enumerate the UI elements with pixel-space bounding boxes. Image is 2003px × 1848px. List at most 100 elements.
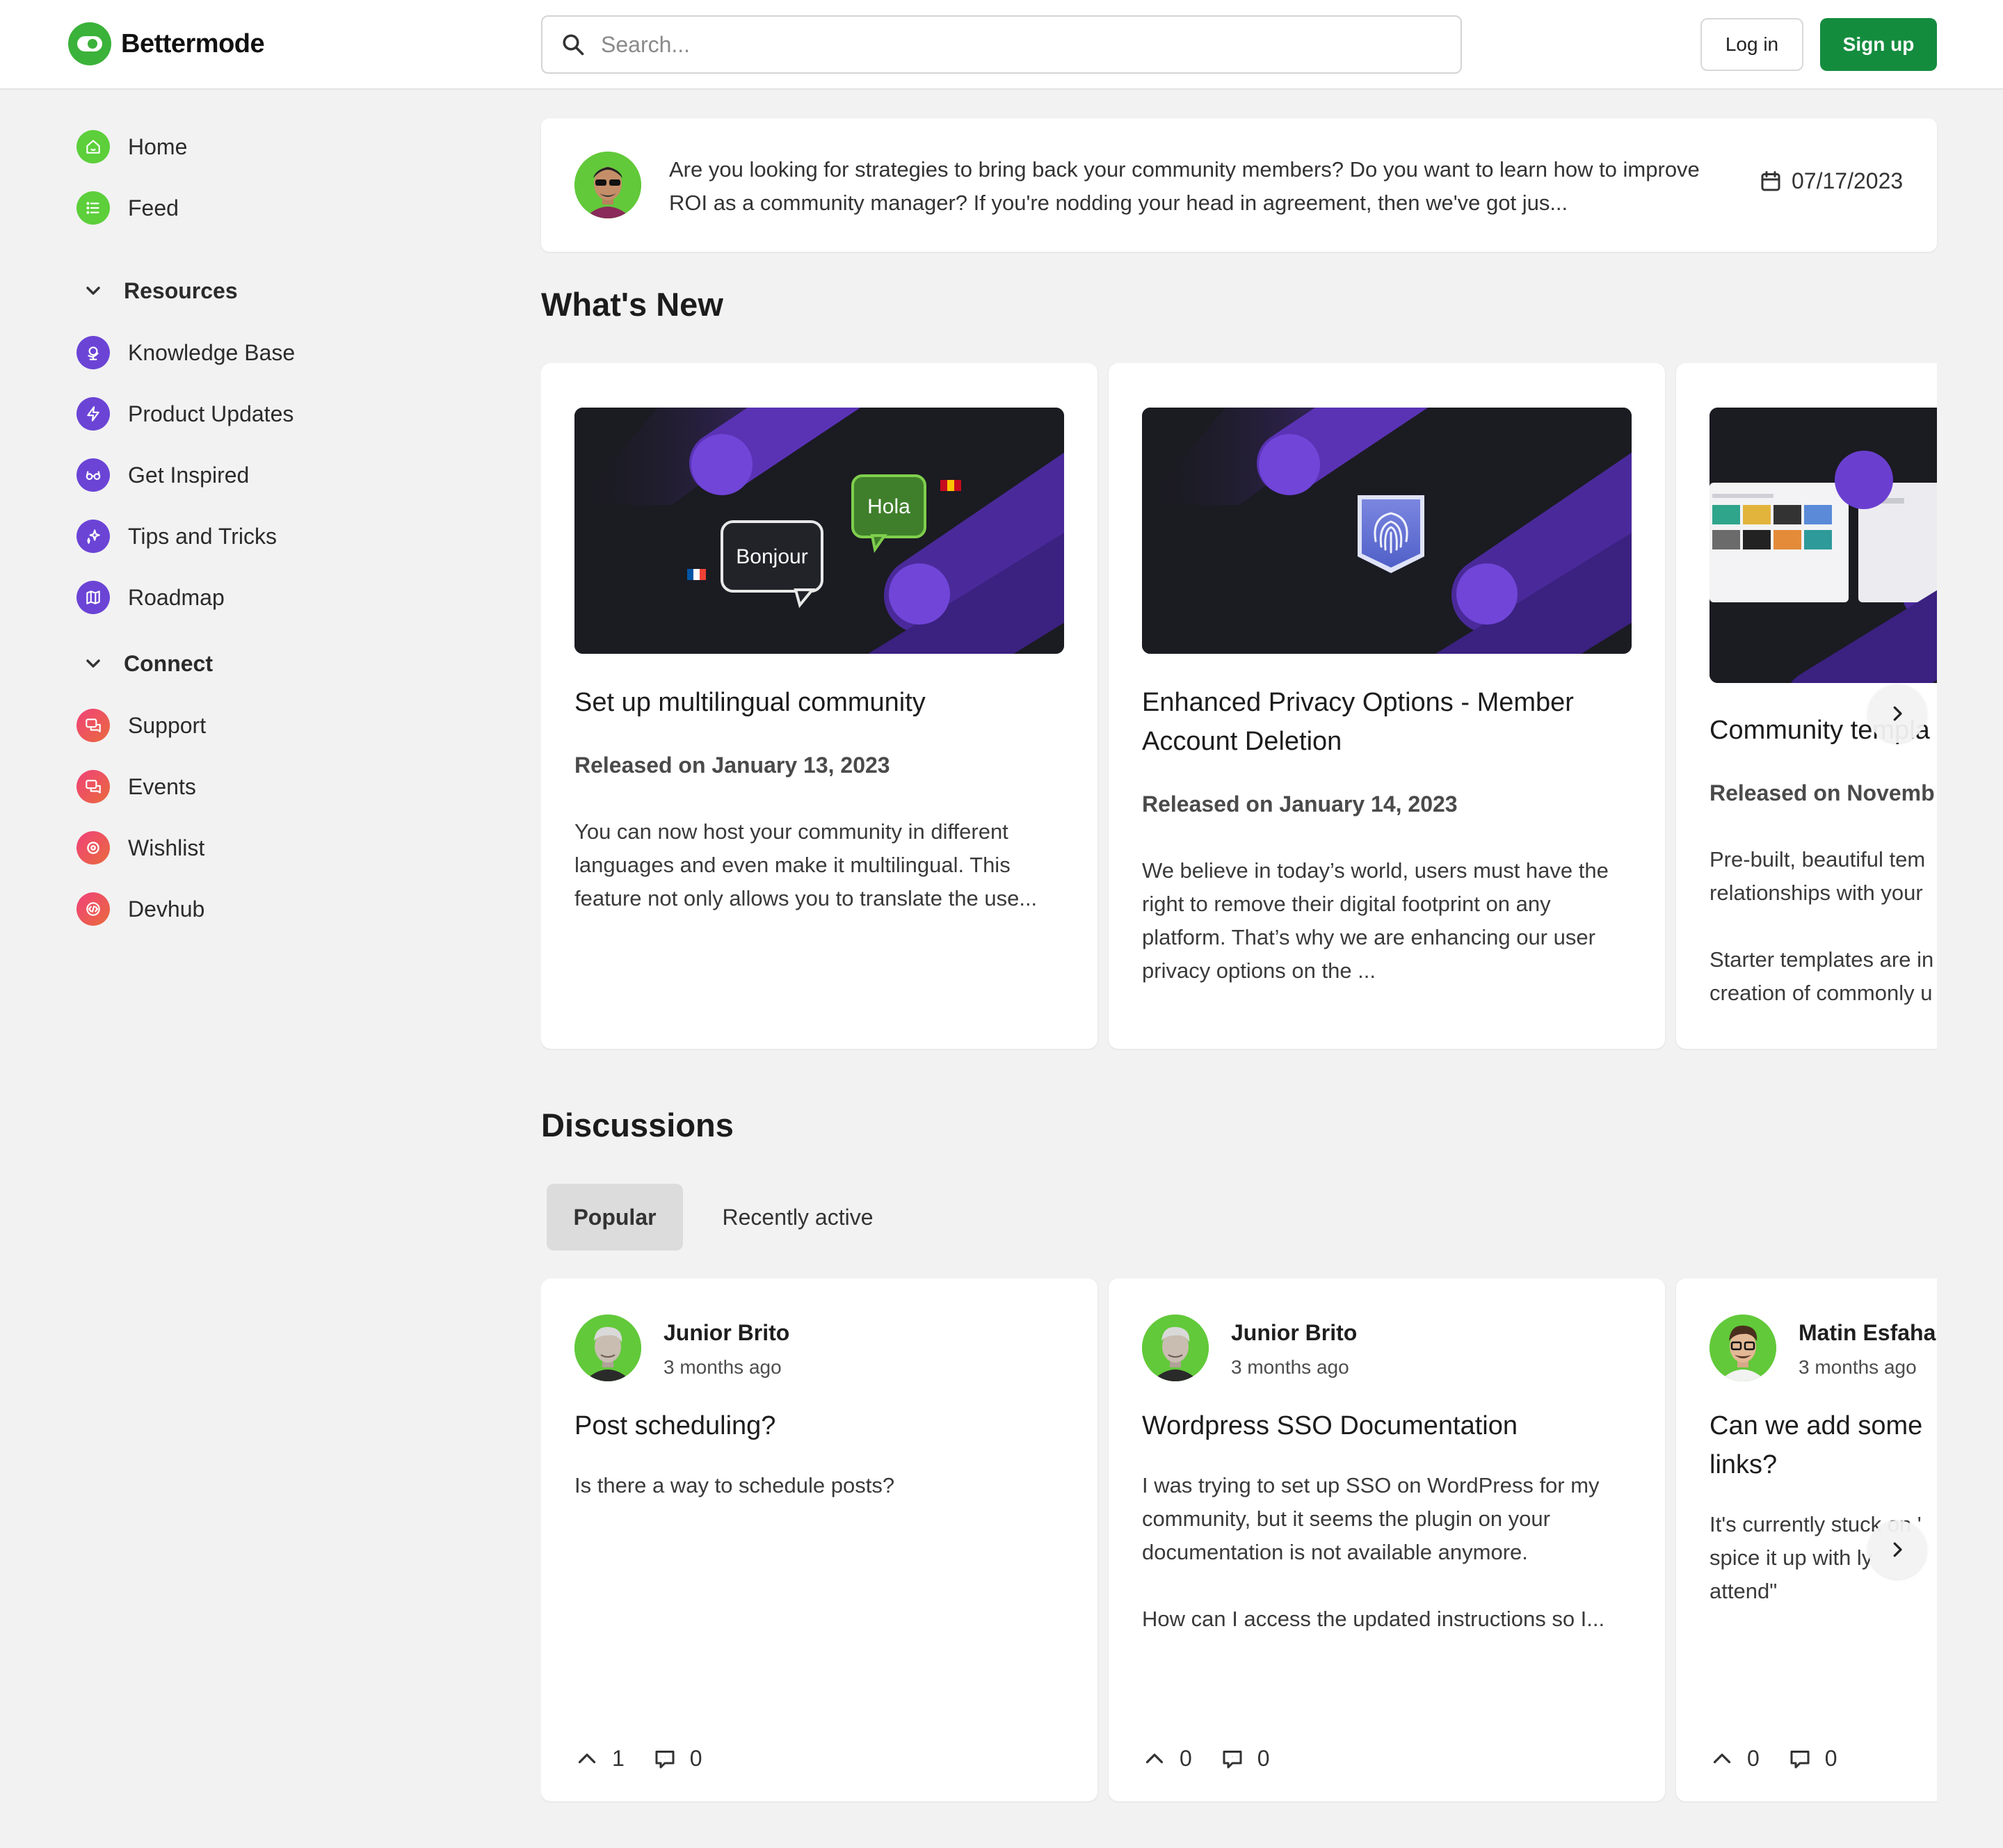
post-excerpt-2: How can I access the updated instruction… xyxy=(1142,1607,1605,1631)
sidebar-item-devhub[interactable]: Devhub xyxy=(77,888,204,930)
post-title[interactable]: Wordpress SSO Documentation xyxy=(1142,1406,1636,1445)
banner-text: Are you looking for strategies to bring … xyxy=(669,157,1700,215)
upvote-icon[interactable] xyxy=(1142,1746,1167,1771)
sidebar-item-label: Support xyxy=(128,712,207,738)
card-release-date: Released on January 14, 2023 xyxy=(1142,792,1458,817)
globe-icon xyxy=(77,336,110,369)
home-icon xyxy=(77,130,110,163)
upvote-count: 0 xyxy=(1747,1746,1760,1771)
brand-logo[interactable]: Bettermode xyxy=(68,22,265,65)
post-footer: 0 0 xyxy=(1142,1746,1298,1771)
lightning-icon xyxy=(77,397,110,431)
whats-new-carousel: Hola Bonjour Set up multilingual communi… xyxy=(541,363,1937,1050)
comment-icon[interactable] xyxy=(652,1746,677,1771)
sidebar-item-knowledge-base[interactable]: Knowledge Base xyxy=(77,332,295,373)
card-title: Set up multilingual community xyxy=(574,688,926,717)
post-footer: 0 0 xyxy=(1710,1746,1865,1771)
signup-button[interactable]: Sign up xyxy=(1820,18,1937,71)
upvote-count: 1 xyxy=(612,1746,625,1771)
sidebar-item-home[interactable]: Home xyxy=(77,126,187,168)
author-name[interactable]: Junior Brito xyxy=(663,1320,789,1346)
sidebar-item-wishlist[interactable]: Wishlist xyxy=(77,827,204,869)
post-title[interactable]: Can we add some links? xyxy=(1710,1406,1937,1484)
sidebar: Home Feed Resources Knowledge Base Produ… xyxy=(0,90,515,1848)
chevron-down-icon xyxy=(86,287,100,295)
carousel-next-button[interactable] xyxy=(1868,1520,1926,1579)
card-excerpt: We believe in today’s world, users must … xyxy=(1142,858,1609,983)
card-excerpt: Pre-built, beautiful tem relationships w… xyxy=(1710,847,1926,905)
author-name[interactable]: Junior Brito xyxy=(1231,1320,1357,1346)
toggle-logo-icon xyxy=(68,22,111,65)
comment-icon[interactable] xyxy=(1220,1746,1245,1771)
upvote-count: 0 xyxy=(1180,1746,1192,1771)
code-icon xyxy=(77,892,110,926)
calendar-icon xyxy=(1761,170,1780,191)
chat-icon xyxy=(77,709,110,742)
chevron-down-icon xyxy=(86,659,100,668)
discussion-card[interactable]: Junior Brito 3 months ago Wordpress SSO … xyxy=(1109,1278,1665,1801)
sidebar-item-tips-and-tricks[interactable]: Tips and Tricks xyxy=(77,515,277,557)
sidebar-item-feed[interactable]: Feed xyxy=(77,187,179,229)
card-image: Hola Bonjour xyxy=(574,408,1064,654)
date-text: 07/17/2023 xyxy=(1792,168,1904,193)
sidebar-group-label: Resources xyxy=(124,278,238,303)
hola-label: Hola xyxy=(867,495,910,518)
update-card[interactable]: Hola Bonjour Set up multilingual communi… xyxy=(541,363,1097,1049)
comment-count: 0 xyxy=(1257,1746,1270,1771)
card-image xyxy=(1710,408,1937,683)
sidebar-item-roadmap[interactable]: Roadmap xyxy=(77,577,225,618)
sidebar-group-connect[interactable]: Connect xyxy=(82,646,213,681)
update-card[interactable]: Enhanced Privacy Options - Member Accoun… xyxy=(1109,363,1665,1049)
sidebar-item-product-updates[interactable]: Product Updates xyxy=(77,393,293,435)
discussions-carousel: Junior Brito 3 months ago Post schedulin… xyxy=(541,1278,1937,1803)
search-box[interactable] xyxy=(541,15,1462,74)
post-time: 3 months ago xyxy=(1231,1356,1349,1378)
bonjour-label: Bonjour xyxy=(736,545,807,568)
glasses-icon xyxy=(77,458,110,492)
comment-count: 0 xyxy=(689,1746,702,1771)
sidebar-item-support[interactable]: Support xyxy=(77,705,206,746)
whats-new-title: What's New xyxy=(541,286,723,323)
card-title: Enhanced Privacy Options - Member Accoun… xyxy=(1142,688,1574,756)
map-icon xyxy=(77,581,110,614)
sidebar-item-events[interactable]: Events xyxy=(77,766,196,808)
sidebar-item-label: Knowledge Base xyxy=(128,339,296,365)
card-image xyxy=(1142,408,1632,654)
avatar xyxy=(574,1315,641,1381)
avatar xyxy=(1710,1315,1776,1381)
card-release-date: Released on Novemb xyxy=(1710,780,1935,805)
post-time: 3 months ago xyxy=(663,1356,782,1378)
login-button[interactable]: Log in xyxy=(1700,18,1803,71)
avatar xyxy=(1142,1315,1209,1381)
sidebar-item-get-inspired[interactable]: Get Inspired xyxy=(77,454,249,496)
card-excerpt: You can now host your community in diffe… xyxy=(574,819,1038,910)
search-icon xyxy=(563,34,584,56)
sidebar-group-resources[interactable]: Resources xyxy=(82,273,238,308)
post-excerpt: I was trying to set up SSO on WordPress … xyxy=(1142,1473,1600,1564)
sidebar-group-label: Connect xyxy=(124,650,213,676)
sidebar-item-label: Roadmap xyxy=(128,584,225,610)
sidebar-item-label: Home xyxy=(128,134,188,159)
sidebar-item-label: Get Inspired xyxy=(128,462,250,488)
tab-recently-active[interactable]: Recently active xyxy=(700,1184,896,1251)
announcement-banner[interactable]: Are you looking for strategies to bring … xyxy=(541,118,1937,252)
sidebar-item-label: Devhub xyxy=(128,896,205,922)
carousel-next-button[interactable] xyxy=(1868,684,1926,743)
discussion-card[interactable]: Junior Brito 3 months ago Post schedulin… xyxy=(541,1278,1097,1801)
card-release-date: Released on January 13, 2023 xyxy=(574,753,890,778)
brand-name: Bettermode xyxy=(121,29,265,58)
top-header: Bettermode Log in Sign up xyxy=(0,0,2003,90)
author-name[interactable]: Matin Esfahar xyxy=(1799,1320,1937,1346)
avatar xyxy=(574,152,641,218)
upvote-icon[interactable] xyxy=(574,1746,600,1771)
search-input[interactable] xyxy=(601,31,1435,58)
tab-popular[interactable]: Popular xyxy=(547,1184,683,1251)
lifebuoy-icon xyxy=(77,831,110,865)
discussions-title: Discussions xyxy=(541,1107,734,1143)
post-footer: 1 0 xyxy=(574,1746,730,1771)
upvote-icon[interactable] xyxy=(1710,1746,1735,1771)
comment-icon[interactable] xyxy=(1787,1746,1812,1771)
comment-count: 0 xyxy=(1824,1746,1837,1771)
post-title[interactable]: Post scheduling? xyxy=(574,1406,1068,1445)
sidebar-item-label: Events xyxy=(128,773,196,799)
